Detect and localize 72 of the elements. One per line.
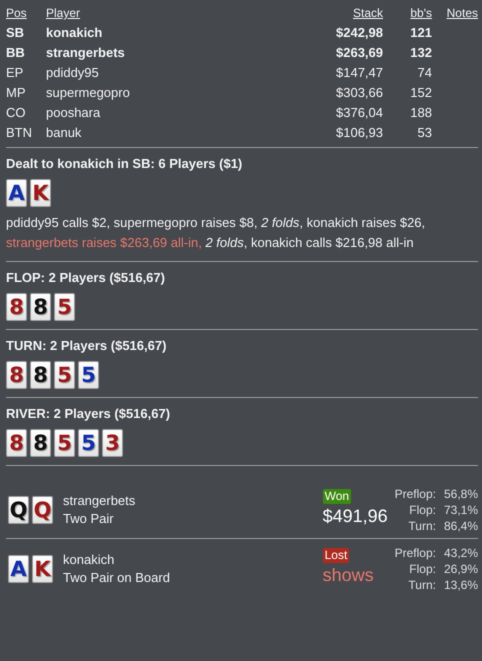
result-amount: $491,96 xyxy=(322,504,388,528)
playing-card: 5 xyxy=(78,429,99,457)
equity-label: Flop: xyxy=(408,502,436,518)
player-name-cell-text: banuk xyxy=(46,124,82,142)
playing-card: 8 xyxy=(30,361,51,389)
column-header[interactable]: Notes xyxy=(432,4,478,22)
big-blinds-cell-text: 132 xyxy=(409,44,432,62)
playing-card: 8 xyxy=(30,293,51,321)
stack-cell-text: $147,47 xyxy=(335,64,383,82)
street-heading: RIVER: 2 Players ($516,67) xyxy=(6,406,172,421)
playing-card: Q xyxy=(32,496,53,524)
playing-card: A xyxy=(8,555,29,583)
equity-value: 13,6% xyxy=(444,577,478,593)
playing-card: 8 xyxy=(6,361,27,389)
big-blinds-cell-text: 121 xyxy=(409,24,432,42)
player-name: strangerbets xyxy=(63,492,136,510)
big-blinds-cell-text: 74 xyxy=(416,64,432,82)
player-name-cell-text: pooshara xyxy=(46,104,102,122)
position-cell-text: CO xyxy=(6,104,26,122)
player-name-cell-text: strangerbets xyxy=(46,44,126,62)
stack-cell-text: $376,04 xyxy=(335,104,383,122)
equity-value: 26,9% xyxy=(444,561,478,577)
player-name-cell-text: konakich xyxy=(46,24,104,42)
equity-label: Turn: xyxy=(407,518,436,534)
result-amount: shows xyxy=(322,564,374,586)
playing-card: 5 xyxy=(54,293,75,321)
equity-label: Preflop: xyxy=(394,545,436,561)
street-heading: TURN: 2 Players ($516,67) xyxy=(6,338,168,353)
hand-name: Two Pair xyxy=(63,510,115,528)
position-cell-text: EP xyxy=(6,64,24,82)
outcome-badge: Won xyxy=(322,488,352,504)
stack-cell-text: $106,93 xyxy=(335,124,383,142)
equity-label: Turn: xyxy=(407,577,436,593)
big-blinds-cell-text: 152 xyxy=(409,84,432,102)
action-summary: pdiddy95 calls $2, supermegopro raises $8, 2 folds, konakich raises $26, strangerbets raises $263,69 all-in, 2 folds, konakich calls $216,98 all-in xyxy=(6,214,426,252)
position-cell-text: SB xyxy=(6,24,26,42)
playing-card: 5 xyxy=(54,361,75,389)
street-heading: Dealt to konakich in SB: 6 Players ($1) xyxy=(6,156,244,171)
playing-card: 3 xyxy=(102,429,123,457)
equity-value: 56,8% xyxy=(444,486,478,502)
big-blinds-cell-text: 188 xyxy=(409,104,432,122)
player-name: konakich xyxy=(63,551,116,569)
equity-value: 73,1% xyxy=(444,502,478,518)
position-cell-text: BTN xyxy=(6,124,33,142)
playing-card: 8 xyxy=(30,429,51,457)
player-name-cell-text: pdiddy95 xyxy=(46,64,100,82)
equity-label: Preflop: xyxy=(394,486,436,502)
player-name-cell-text: supermegopro xyxy=(46,84,131,102)
column-header[interactable]: Pos xyxy=(6,4,46,22)
playing-card: 5 xyxy=(54,429,75,457)
playing-card: K xyxy=(32,555,53,583)
outcome-badge: Lost xyxy=(322,548,350,562)
playing-card: 8 xyxy=(6,293,27,321)
equity-value: 86,4% xyxy=(444,518,478,534)
playing-card: 5 xyxy=(78,361,99,389)
stack-cell-text: $242,98 xyxy=(335,24,383,42)
street-heading: FLOP: 2 Players ($516,67) xyxy=(6,270,166,285)
playing-card: Q xyxy=(8,496,29,524)
column-header[interactable]: Stack xyxy=(293,4,383,22)
hand-name: Two Pair on Board xyxy=(63,569,171,587)
playing-card: 8 xyxy=(6,429,27,457)
big-blinds-cell-text: 53 xyxy=(416,124,432,142)
equity-value: 43,2% xyxy=(444,545,478,561)
position-cell-text: MP xyxy=(6,84,26,102)
position-cell-text: BB xyxy=(6,44,26,62)
column-header[interactable]: Player xyxy=(46,4,293,22)
equity-label: Flop: xyxy=(408,561,436,577)
playing-card: K xyxy=(30,179,51,207)
column-header[interactable]: bb's xyxy=(383,4,432,22)
playing-card: A xyxy=(6,179,27,207)
stack-cell-text: $263,69 xyxy=(335,44,383,62)
stack-cell-text: $303,66 xyxy=(335,84,383,102)
